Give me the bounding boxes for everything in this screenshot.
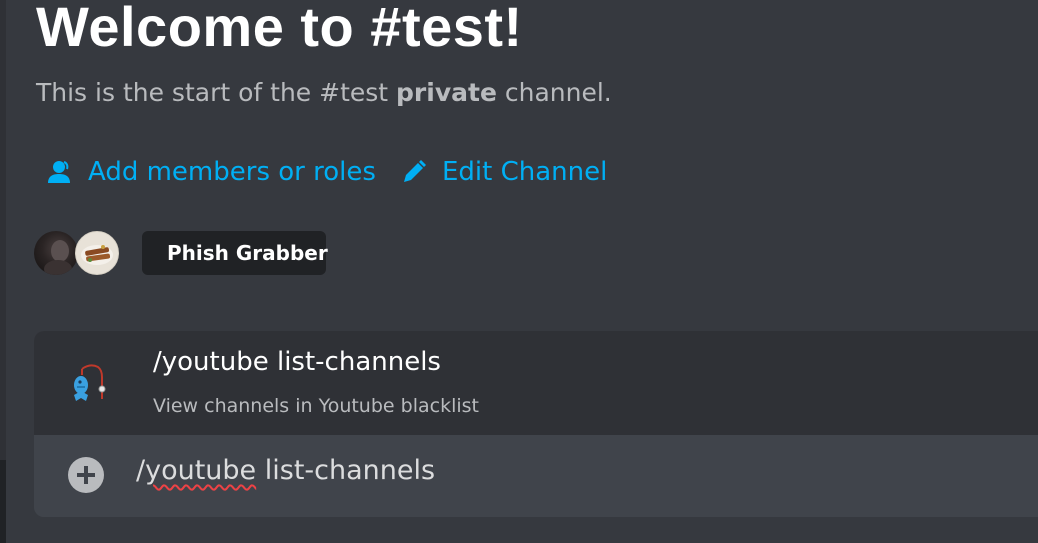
- welcome-subtitle-prefix: This is the start of the #test: [36, 78, 397, 107]
- input-rest: list-channels: [256, 455, 436, 486]
- edit-channel-label: Edit Channel: [442, 157, 608, 187]
- command-name: /youtube list-channels: [153, 347, 441, 377]
- input-misspelled-word: youtube: [145, 455, 257, 486]
- bot-member-chip[interactable]: Phish Grabber: [142, 231, 328, 275]
- welcome-title: Welcome to #test!: [36, 0, 523, 58]
- welcome-subtitle-private: private: [396, 78, 497, 107]
- pencil-icon: [400, 158, 428, 186]
- edit-channel-button[interactable]: Edit Channel: [400, 152, 607, 192]
- add-members-label: Add members or roles: [88, 157, 376, 187]
- message-input[interactable]: /youtube list-channels: [136, 455, 435, 486]
- user-panel-edge: [0, 460, 6, 543]
- fish-hook-bot-icon: [68, 361, 116, 409]
- person-icon: [46, 158, 74, 186]
- welcome-subtitle: This is the start of the #test private c…: [36, 78, 612, 107]
- channel-sidebar-edge: [0, 0, 6, 543]
- bot-name: Phish Grabber: [167, 241, 328, 265]
- welcome-subtitle-suffix: channel.: [496, 78, 612, 107]
- member-avatar[interactable]: [75, 231, 119, 275]
- message-composer: /youtube list-channels View channels in …: [34, 331, 1038, 517]
- message-input-row: /youtube list-channels: [34, 435, 1038, 517]
- command-suggestion[interactable]: /youtube list-channels View channels in …: [34, 331, 1038, 435]
- member-avatar[interactable]: [34, 231, 78, 275]
- plus-circle-icon: [77, 466, 95, 484]
- add-members-button[interactable]: Add members or roles: [46, 152, 376, 192]
- input-slash: /: [136, 455, 146, 486]
- attach-button[interactable]: [68, 457, 104, 493]
- command-description: View channels in Youtube blacklist: [153, 395, 479, 417]
